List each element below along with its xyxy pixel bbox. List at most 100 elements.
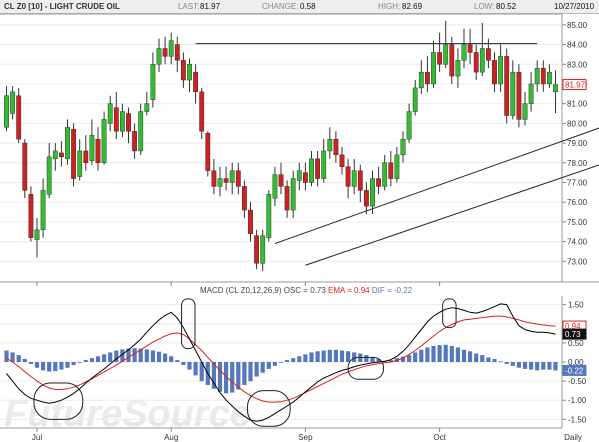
price-tick-label-0: 85.00 [567,21,588,30]
candle-body [400,138,406,156]
macd-tick-label-6: -1.50 [568,415,587,424]
macd-hist-bar-43 [266,362,271,369]
candle-body [162,48,168,57]
candle-35 [217,166,223,197]
candle-body [437,52,442,65]
macd-hist-bar-7 [47,362,52,372]
macd-hist-bar-27 [169,356,174,362]
x-tick-label-2: Sep [298,433,313,442]
candle-24 [150,52,156,108]
candle-body [315,158,320,179]
macd-hist-bar-2 [16,355,21,362]
candle-4 [28,186,34,242]
macd-hist-bar-70 [431,345,436,362]
candle-7 [46,143,52,199]
candle-body [77,150,83,177]
price-tick-label-6: 79.00 [567,139,588,148]
macd-hist-bar-80 [492,358,497,362]
candle-81 [498,44,503,92]
candle-60 [370,170,375,215]
macd-hist-bar-85 [522,362,528,369]
candle-23 [144,91,150,116]
macd-hist-bar-67 [413,352,418,362]
candle-body [107,103,113,124]
macd-hist-bar-45 [278,362,284,363]
macd-hist-bar-81 [498,361,503,363]
candle-88 [540,60,546,92]
candle-21 [132,123,137,159]
candle-body [59,152,64,158]
candle-body [46,156,52,195]
macd-tick-label-0: 1.50 [568,301,584,310]
candle-49 [303,162,308,191]
chart-canvas: FutureSource 85.0084.0083.0082.0081.0080… [0,13,599,442]
macd-hist-bar-74 [455,347,460,362]
macd-tag-dif: -0.22 [562,364,587,376]
candle-43 [266,190,272,242]
macd-signal-line [6,315,556,403]
candle-52 [321,139,327,183]
candle-body [522,103,528,120]
candle-body [412,87,418,112]
candle-body [425,71,430,85]
candle-51 [315,150,320,187]
candle-18 [113,91,119,140]
macd-hist-bar-17 [108,352,113,362]
candle-body [266,194,272,238]
macd-hist-bar-69 [425,347,430,362]
candle-body [388,162,394,179]
candle-77 [473,44,479,81]
candle-body [65,127,70,160]
candle-15 [95,127,101,171]
candle-body [394,154,400,179]
candle-62 [382,154,388,191]
candle-body [132,131,137,152]
macd-hist-bar-39 [242,362,247,385]
candle-body [486,48,491,61]
macd-hist-bar-13 [83,360,88,362]
candle-28 [174,36,180,73]
x-tick-label-4: Daily [564,433,582,442]
candle-body [303,172,308,183]
candle-45 [278,162,284,195]
macd-hist-bar-4 [28,362,33,364]
candle-body [89,134,95,162]
candle-body [180,60,186,81]
candle-body [364,190,369,207]
macd-hist-bar-82 [504,362,509,364]
candle-47 [290,170,296,218]
candle-body [382,162,388,187]
candle-body [553,84,558,93]
macd-hist-bar-46 [285,360,290,362]
candle-11 [71,123,77,187]
macd-hist-bar-50 [309,352,314,362]
macd-hist-bar-59 [364,355,369,362]
candle-87 [534,60,540,92]
candle-2 [16,87,22,144]
macd-hist-bar-54 [333,349,338,362]
x-tick-label-0: Jul [32,433,42,442]
price-tick-label-8: 77.00 [567,178,588,187]
candle-body [156,48,162,65]
candle-body [443,44,449,65]
candle-64 [394,147,400,183]
candle-body [168,40,174,57]
futures-chart-window: CL Z0 [10] - LIGHT CRUDE OIL LAST: 81.97… [0,0,599,442]
candle-34 [211,158,217,195]
candle-70 [431,40,436,88]
candle-body [83,150,89,163]
candle-41 [254,229,259,270]
macd-hist-bar-10 [65,362,70,368]
macd-hist-bar-68 [419,349,424,362]
candle-16 [101,111,107,165]
macd-hist-bar-73 [449,345,454,362]
macd-hist-bar-30 [187,362,192,370]
candle-46 [284,180,290,218]
macd-tick-label-2: 0.50 [568,339,584,348]
candle-body [345,166,351,187]
candle-12 [77,139,83,181]
candle-body [498,56,503,85]
candle-body [418,71,424,89]
candle-body [71,129,77,179]
macd-hist-bar-88 [541,362,546,370]
